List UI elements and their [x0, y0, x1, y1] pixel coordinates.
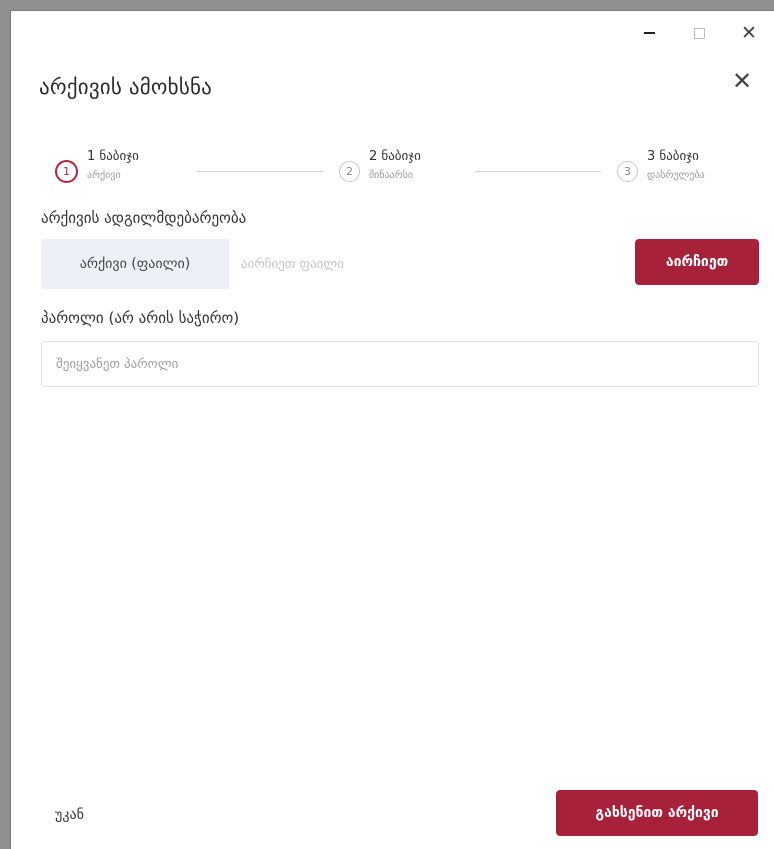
step-2[interactable]: 2 2 ნაბიჯი შინაარსი: [339, 149, 421, 184]
window-close-button[interactable]: ✕: [724, 11, 774, 55]
stepper: 1 1 ნაბიჯი არქივი 2 2 ნაბიჯი შინაარსი 3 …: [55, 149, 755, 193]
password-label: პაროლი (არ არის საჭირო): [41, 309, 240, 327]
step-1-title: 1 ნაბიჯი: [87, 149, 139, 164]
dialog-title: არქივის ამოხსნა: [39, 75, 213, 99]
step-3-title: 3 ნაბიჯი: [647, 149, 699, 164]
archive-file-row: არქივი (ფაილი) აირჩიეთ: [41, 239, 759, 289]
minimize-icon: [643, 32, 655, 34]
maximize-button[interactable]: [674, 11, 724, 55]
step-connector-2: [475, 171, 601, 172]
step-3[interactable]: 3 3 ნაბიჯი დასრულება: [617, 149, 705, 184]
step-3-subtitle: დასრულება: [647, 170, 705, 181]
minimize-button[interactable]: [624, 11, 674, 55]
step-2-subtitle: შინაარსი: [369, 170, 414, 181]
archive-extract-window: ✕ არქივის ამოხსნა ✕ 1 1 ნაბიჯი არქივი 2 …: [10, 10, 774, 849]
step-2-title: 2 ნაბიჯი: [369, 149, 421, 164]
password-input[interactable]: [41, 341, 759, 387]
close-icon: ✕: [741, 22, 757, 44]
archive-location-label: არქივის ადგილმდებარეობა: [41, 209, 247, 227]
window-controls: ✕: [624, 11, 774, 55]
step-1[interactable]: 1 1 ნაბიჯი არქივი: [55, 149, 139, 184]
maximize-icon: [693, 27, 705, 39]
step-1-subtitle: არქივი: [87, 170, 121, 181]
extract-archive-button[interactable]: გახსენით არქივი: [556, 790, 758, 836]
back-button[interactable]: უკან: [55, 807, 84, 823]
choose-file-button[interactable]: აირჩიეთ: [635, 239, 759, 285]
step-connector-1: [197, 171, 323, 172]
dialog-close-button[interactable]: ✕: [728, 67, 756, 95]
step-3-number: 3: [617, 161, 638, 182]
archive-file-input[interactable]: [229, 239, 629, 289]
step-1-number: 1: [55, 160, 78, 183]
step-2-number: 2: [339, 161, 360, 182]
archive-file-addon: არქივი (ფაილი): [41, 239, 229, 289]
